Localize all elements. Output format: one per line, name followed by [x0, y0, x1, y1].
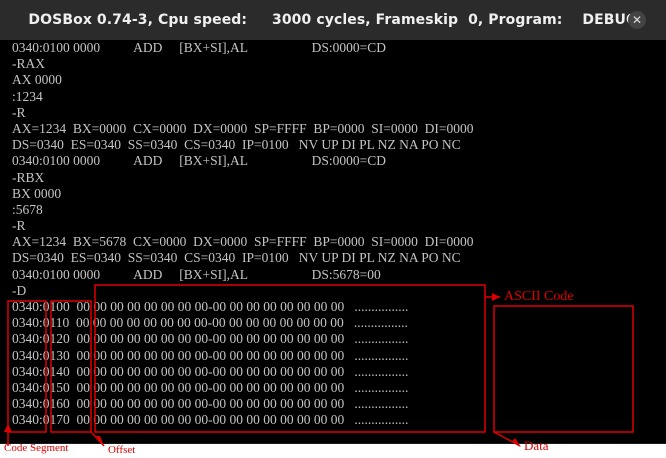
console-line: -R [12, 104, 26, 120]
dump-row: 0340:0170 00 00 00 00 00 00 00 00-00 00 … [12, 412, 409, 428]
console-line: AX 0000 [12, 72, 62, 88]
console-line: BX 0000 [12, 185, 62, 201]
code-segment-label: Code Segment [4, 442, 69, 454]
dump-row: 0340:0150 00 00 00 00 00 00 00 00-00 00 … [12, 379, 409, 395]
dos-console[interactable]: 0340:0100 0000 ADD [BX+SI],AL DS:0000=CD… [12, 40, 654, 440]
console-line: 0340:0100 0000 ADD [BX+SI],AL DS:0000=CD [12, 153, 386, 169]
console-line: 0340:0100 0000 ADD [BX+SI],AL DS:0000=CD [12, 40, 386, 55]
dump-row: 0340:0130 00 00 00 00 00 00 00 00-00 00 … [12, 347, 409, 363]
dump-row: 0340:0110 00 00 00 00 00 00 00 00-00 00 … [12, 315, 408, 331]
dump-row: 0340:0140 00 00 00 00 00 00 00 00-00 00 … [12, 363, 409, 379]
dump-row: 0340:0160 00 00 00 00 00 00 00 00-00 00 … [12, 396, 409, 412]
console-line: AX=1234 BX=5678 CX=0000 DX=0000 SP=FFFF … [12, 234, 474, 250]
console-line: :5678 [12, 201, 43, 217]
dump-row: 0340:0100 00 00 00 00 00 00 00 00-00 00 … [12, 299, 409, 314]
dosbox-window: DOSBox 0.74-3, Cpu speed: 3000 cycles, F… [0, 0, 666, 443]
console-line: DS=0340 ES=0340 SS=0340 CS=0340 IP=0100 … [12, 250, 461, 266]
console-line: AX=1234 BX=0000 CX=0000 DX=0000 SP=FFFF … [12, 120, 474, 136]
console-line: DS=0340 ES=0340 SS=0340 CS=0340 IP=0100 … [12, 137, 461, 153]
title-bar[interactable]: DOSBox 0.74-3, Cpu speed: 3000 cycles, F… [0, 0, 666, 40]
console-line: :1234 [12, 88, 43, 104]
console-line: -RAX [12, 56, 45, 72]
close-icon[interactable]: ✕ [628, 11, 646, 29]
console-line: 0340:0100 0000 ADD [BX+SI],AL DS:5678=00 [12, 266, 381, 282]
offset-label: Offset [108, 444, 136, 456]
window-title: DOSBox 0.74-3, Cpu speed: 3000 cycles, F… [28, 12, 638, 28]
console-line: -R [12, 218, 26, 234]
console-line: -D [12, 282, 27, 298]
dump-row: 0340:0120 00 00 00 00 00 00 00 00-00 00 … [12, 331, 409, 347]
console-line: -RBX [12, 169, 45, 185]
